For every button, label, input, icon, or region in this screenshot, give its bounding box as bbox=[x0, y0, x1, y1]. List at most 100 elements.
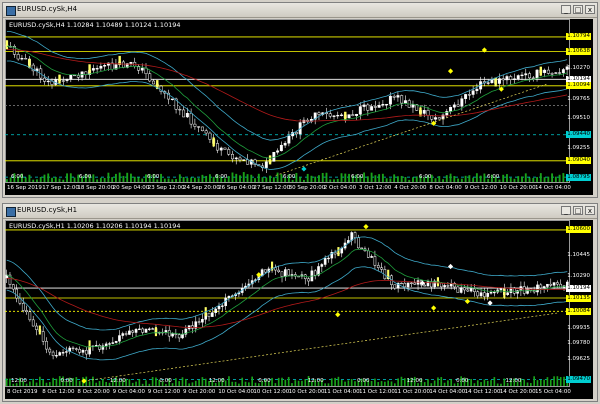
window-titlebar[interactable]: EURUSD.cySk,H4 _ □ x bbox=[3, 3, 597, 18]
close-button[interactable]: x bbox=[585, 206, 595, 215]
hour-tick-label: 6:00 bbox=[487, 174, 500, 180]
candle bbox=[355, 114, 359, 116]
chart-window-h4[interactable]: EURUSD.cySk,H4 _ □ x EURUSD.cySk,H4 1.10… bbox=[2, 2, 598, 198]
candlestick-plot[interactable] bbox=[5, 19, 593, 195]
price-tick-label: 1.09040 bbox=[566, 157, 591, 165]
candle bbox=[193, 123, 197, 127]
candle bbox=[21, 303, 25, 311]
candle bbox=[327, 257, 330, 260]
time-scale[interactable]: 16 Sep 2019 17 Sep 12:00 18 Sep 20:00 20 Se… bbox=[5, 183, 571, 194]
time-tick-label: 8 Oct 2019 bbox=[7, 389, 38, 395]
fractal-marker-icon bbox=[447, 263, 454, 270]
time-tick-label: 10 Oct 20:00 bbox=[288, 389, 325, 395]
candle bbox=[45, 341, 48, 350]
candle bbox=[208, 132, 212, 140]
price-chart[interactable]: EURUSD.cySk,H4 1.10284 1.10489 1.10124 1… bbox=[5, 19, 593, 195]
candle bbox=[118, 335, 121, 342]
candle bbox=[61, 80, 65, 82]
time-tick-label: 16 Sep 2019 bbox=[7, 185, 42, 191]
candle bbox=[501, 78, 505, 81]
candle bbox=[197, 321, 201, 323]
trend-line[interactable] bbox=[83, 312, 558, 382]
candle bbox=[469, 288, 473, 292]
maximize-button[interactable]: □ bbox=[573, 206, 583, 215]
candle bbox=[46, 80, 50, 83]
candle bbox=[456, 104, 460, 107]
candle bbox=[264, 161, 268, 168]
window-titlebar[interactable]: EURUSD.cySk,H1 _ □ x bbox=[3, 204, 597, 219]
highlight-candle bbox=[494, 77, 497, 87]
candle bbox=[181, 334, 184, 339]
hour-tick-label: 6:00 bbox=[351, 174, 364, 180]
candle bbox=[347, 114, 351, 118]
maximize-button[interactable]: □ bbox=[573, 5, 583, 14]
price-chart[interactable]: EURUSD.cySk,H1 1.10206 1.10206 1.10194 1… bbox=[5, 220, 593, 399]
candle bbox=[520, 74, 524, 77]
candle bbox=[28, 311, 32, 321]
candle bbox=[204, 130, 208, 134]
fractal-marker-icon bbox=[431, 305, 437, 311]
hour-tick-label: 6:00 bbox=[147, 174, 160, 180]
candle bbox=[211, 312, 214, 317]
minimize-button[interactable]: _ bbox=[561, 206, 571, 215]
time-tick-label: 9 Oct 20:00 bbox=[183, 389, 216, 395]
minimize-button[interactable]: _ bbox=[561, 5, 571, 14]
candle bbox=[43, 77, 46, 82]
candle bbox=[277, 269, 281, 272]
candle bbox=[554, 72, 558, 74]
time-scale[interactable]: 8 Oct 2019 8 Oct 12:00 8 Oct 20:00 9 Oct 04… bbox=[5, 387, 571, 398]
candle bbox=[434, 117, 437, 120]
moving-average-slow-line[interactable] bbox=[6, 277, 568, 329]
candle bbox=[528, 73, 531, 79]
candle bbox=[388, 95, 392, 105]
candle bbox=[471, 90, 475, 95]
bollinger-upper-line[interactable] bbox=[6, 236, 568, 331]
candle bbox=[141, 328, 144, 333]
highlight-candle bbox=[539, 66, 543, 76]
close-button[interactable]: x bbox=[585, 5, 595, 14]
candle bbox=[144, 67, 148, 74]
moving-average-fast-line[interactable] bbox=[6, 45, 568, 159]
candle bbox=[430, 115, 434, 120]
candlestick-plot[interactable] bbox=[5, 220, 593, 399]
hour-tick-label: 0:00 bbox=[159, 378, 172, 384]
candle bbox=[35, 325, 38, 330]
candle bbox=[76, 75, 80, 78]
price-scale[interactable]: 1.10794 1.10638 1.10270 1.10194 1.10094 1.097… bbox=[566, 19, 591, 182]
candle bbox=[531, 77, 535, 79]
candle bbox=[377, 104, 381, 108]
candle bbox=[287, 269, 290, 276]
hour-tick-label: 6:00 bbox=[215, 174, 228, 180]
fractal-marker-icon bbox=[335, 312, 341, 318]
price-tick-label: 1.10794 bbox=[566, 33, 591, 41]
time-tick-label: 11 Oct 20:00 bbox=[394, 389, 431, 395]
price-tick-label: 1.10600 bbox=[566, 226, 591, 234]
candle bbox=[215, 143, 219, 151]
fractal-marker-icon bbox=[447, 68, 454, 74]
candle bbox=[124, 333, 128, 335]
candle bbox=[91, 68, 95, 71]
time-tick-label: 17 Sep 12:00 bbox=[42, 185, 79, 191]
hour-tick-label: 6:00 bbox=[11, 174, 24, 180]
moving-average-slow-line[interactable] bbox=[6, 49, 568, 122]
price-scale[interactable]: 1.10600 1.10445 1.10290 1.10194 1.10135 1.100… bbox=[566, 220, 591, 386]
candle bbox=[403, 282, 407, 288]
candle bbox=[558, 72, 562, 74]
candle bbox=[201, 319, 204, 323]
candle bbox=[114, 340, 118, 343]
candle bbox=[486, 82, 490, 84]
candle bbox=[506, 292, 509, 295]
candle bbox=[410, 282, 413, 284]
candle bbox=[290, 274, 294, 276]
highlight-candle bbox=[337, 247, 340, 257]
candle bbox=[499, 288, 503, 291]
candle bbox=[51, 351, 55, 357]
chart-window-h1[interactable]: EURUSD.cySk,H1 _ □ x EURUSD.cySk,H1 1.10… bbox=[2, 203, 598, 402]
candle bbox=[473, 288, 476, 293]
time-tick-label: 8 Oct 04:00 bbox=[429, 185, 462, 191]
candle bbox=[231, 153, 234, 160]
candle bbox=[323, 258, 327, 265]
bollinger-lower-line[interactable] bbox=[6, 60, 568, 170]
time-tick-label: 20 Sep 04:00 bbox=[112, 185, 150, 191]
bollinger-lower-line[interactable] bbox=[6, 266, 568, 361]
